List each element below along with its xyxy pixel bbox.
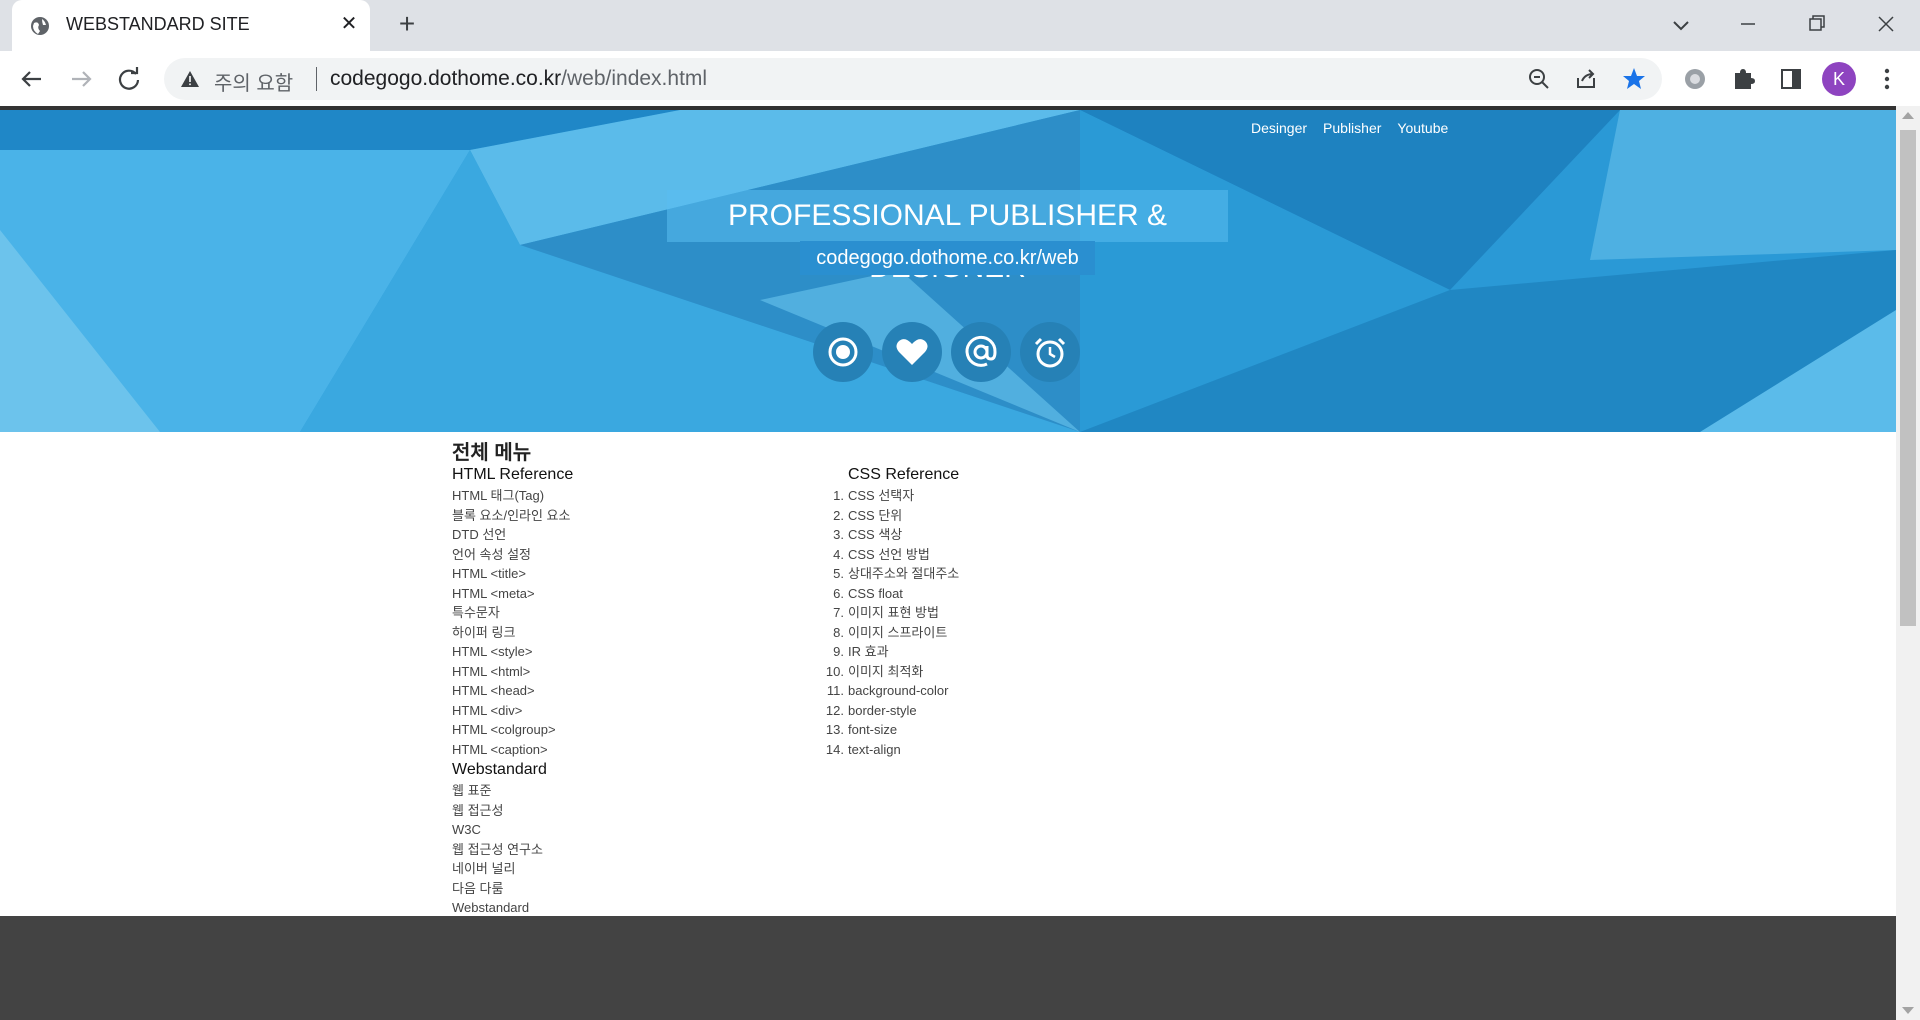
hero-banner: Desinger Publisher Youtube PROFESSIONAL … [0, 110, 1896, 432]
list-item[interactable]: HTML <style> [452, 642, 573, 662]
globe-icon [31, 17, 49, 35]
record-icon [828, 337, 858, 367]
nav-link-youtube[interactable]: Youtube [1397, 120, 1448, 136]
heart-button[interactable] [882, 322, 942, 382]
menu-dots-icon[interactable] [1870, 62, 1904, 96]
list-item[interactable]: 5. 상대주소와 절대주소 [833, 564, 959, 584]
list-item[interactable]: 웹 접근성 [452, 801, 573, 821]
heart-icon [896, 339, 928, 365]
new-tab-button[interactable]: + [392, 10, 422, 40]
site-url-badge: codegogo.dothome.co.kr/web [800, 241, 1095, 275]
page-headline: PROFESSIONAL PUBLISHER & DESIGNER [667, 190, 1228, 284]
list-item[interactable]: 네이버 널리 [452, 859, 573, 879]
chevron-down-icon[interactable] [1666, 10, 1696, 40]
list-item[interactable]: 1. CSS 선택자 [833, 486, 959, 506]
list-item[interactable]: 13. font-size [826, 720, 959, 740]
list-item[interactable]: 블록 요소/인라인 요소 [452, 506, 573, 526]
webstandard-heading: Webstandard [452, 761, 547, 778]
list-item[interactable]: 8. 이미지 스프라이트 [833, 623, 959, 643]
page-footer [0, 916, 1896, 1020]
bookmark-star-icon[interactable] [1621, 66, 1647, 92]
css-reference-list: 1. CSS 선택자 2. CSS 단위 3. CSS 색상 4. CSS 선언 방법 … [826, 486, 959, 760]
list-item[interactable]: HTML <caption> [452, 740, 573, 760]
side-panel-icon[interactable] [1774, 62, 1808, 96]
top-nav: Desinger Publisher Youtube [1251, 120, 1448, 136]
forward-icon[interactable] [64, 62, 98, 96]
url-host: codegogo.dothome.co.kr [330, 67, 562, 90]
tab-title: WEBSTANDARD SITE [66, 14, 250, 34]
alarm-icon [1034, 337, 1066, 368]
scrollbar-thumb[interactable] [1900, 130, 1916, 626]
list-item[interactable]: 웹 접근성 연구소 [452, 840, 573, 860]
list-item[interactable]: HTML <head> [452, 681, 573, 701]
at-icon [965, 335, 997, 367]
list-item[interactable]: HTML <html> [452, 662, 573, 682]
profile-avatar[interactable]: K [1822, 62, 1856, 96]
at-button[interactable] [951, 322, 1011, 382]
url-path: /web/index.html [561, 67, 708, 90]
list-item[interactable]: 3. CSS 색상 [833, 525, 959, 545]
browser-tab[interactable]: WEBSTANDARD SITE ✕ [12, 0, 370, 51]
list-item[interactable]: 14. text-align [826, 740, 959, 760]
css-reference-heading: CSS Reference [848, 466, 960, 483]
page-viewport: Desinger Publisher Youtube PROFESSIONAL … [0, 106, 1896, 1020]
list-item[interactable]: W3C [452, 820, 573, 840]
html-reference-list: HTML 태그(Tag) 블록 요소/인라인 요소 DTD 선언 언어 속성 설… [452, 486, 573, 759]
reload-icon[interactable] [112, 62, 146, 96]
list-item[interactable]: 언어 속성 설정 [452, 545, 573, 565]
extensions-puzzle-icon[interactable] [1726, 62, 1760, 96]
list-item[interactable]: HTML <colgroup> [452, 720, 573, 740]
icon-buttons [813, 322, 1080, 382]
list-item[interactable]: 2. CSS 단위 [833, 506, 959, 526]
list-item[interactable]: HTML <title> [452, 564, 573, 584]
html-reference-column: HTML Reference HTML 태그(Tag) 블록 요소/인라인 요소… [452, 464, 573, 937]
list-item[interactable]: HTML <div> [452, 701, 573, 721]
zoom-icon[interactable] [1526, 66, 1552, 92]
restore-icon[interactable] [1796, 8, 1836, 40]
list-item[interactable]: 4. CSS 선언 방법 [833, 545, 959, 565]
omnibox-divider [316, 67, 317, 91]
close-icon[interactable]: ✕ [338, 13, 360, 35]
list-item[interactable]: 6. CSS float [833, 584, 959, 604]
address-bar[interactable]: 주의 요함 codegogo.dothome.co.kr/web/index.h… [164, 58, 1662, 100]
css-reference-column: CSS Reference 1. CSS 선택자 2. CSS 단위 3. CSS 색… [826, 464, 960, 760]
url-text[interactable]: codegogo.dothome.co.kr/web/index.html [330, 67, 707, 91]
window-close-icon[interactable] [1866, 8, 1906, 40]
list-item[interactable]: 9. IR 효과 [833, 642, 959, 662]
list-item[interactable]: Webstandard [452, 898, 573, 918]
list-item[interactable]: 다음 다룸 [452, 879, 573, 899]
html-reference-heading: HTML Reference [452, 466, 574, 483]
alarm-button[interactable] [1020, 322, 1080, 382]
list-item[interactable]: 하이퍼 링크 [452, 623, 573, 643]
nav-link-publisher[interactable]: Publisher [1323, 120, 1381, 136]
nav-link-desinger[interactable]: Desinger [1251, 120, 1307, 136]
list-item[interactable]: DTD 선언 [452, 525, 573, 545]
list-item[interactable]: 7. 이미지 표현 방법 [833, 603, 959, 623]
list-item[interactable]: 특수문자 [452, 603, 573, 623]
security-label[interactable]: 주의 요함 [214, 67, 293, 96]
back-icon[interactable] [15, 62, 49, 96]
list-item[interactable]: 10. 이미지 최적화 [826, 662, 959, 682]
share-icon[interactable] [1573, 66, 1599, 92]
list-item[interactable]: 웹 표준 [452, 781, 573, 801]
extension-gear-icon[interactable] [1678, 62, 1712, 96]
scroll-down-arrow[interactable] [1902, 1007, 1914, 1014]
list-item[interactable]: 12. border-style [826, 701, 959, 721]
warning-icon[interactable] [180, 69, 200, 89]
webstandard-list: 웹 표준 웹 접근성 W3C 웹 접근성 연구소 네이버 널리 다음 다룸 We… [452, 781, 573, 937]
list-item[interactable]: HTML 태그(Tag) [452, 486, 573, 506]
list-item[interactable]: HTML <meta> [452, 584, 573, 604]
minimize-icon[interactable] [1728, 8, 1768, 40]
vertical-scrollbar[interactable] [1896, 106, 1920, 1020]
menu-title: 전체 메뉴 [452, 442, 532, 464]
scroll-up-arrow[interactable] [1902, 112, 1914, 119]
record-button[interactable] [813, 322, 873, 382]
list-item[interactable]: 11. background-color [827, 681, 959, 701]
tab-strip: WEBSTANDARD SITE ✕ + [0, 0, 1920, 51]
browser-toolbar: 주의 요함 codegogo.dothome.co.kr/web/index.h… [0, 51, 1920, 106]
